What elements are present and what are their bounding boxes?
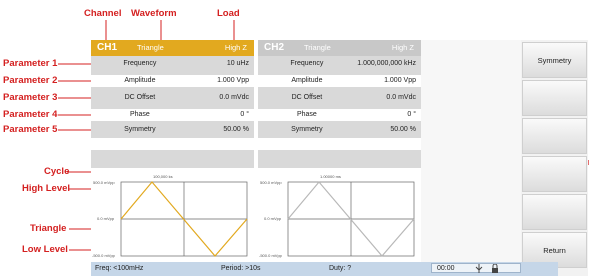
ch2-mid-level-label: 0.0 mVpp — [264, 216, 282, 221]
ch1-param-row[interactable]: Amplitude 1.000 Vpp — [91, 75, 254, 87]
ch2-high-level-label: 500.0 mVpp — [260, 180, 282, 185]
menu-symmetry-button[interactable]: Symmetry — [522, 42, 587, 78]
ch2-param-row[interactable]: Symmetry 50.00 % — [258, 124, 421, 136]
ch1-header[interactable]: CH1 Triangle High Z — [91, 40, 254, 56]
ch2-param-value: 1.000 Vpp — [384, 77, 416, 84]
ch1-param-row[interactable]: Phase 0 ° — [91, 109, 254, 121]
ch2-param-label: Amplitude — [291, 77, 323, 84]
lock-icon — [491, 263, 499, 275]
menu-empty-button[interactable] — [522, 156, 587, 192]
ch1-param-value: 1.000 Vpp — [217, 77, 249, 84]
ch2-header[interactable]: CH2 Triangle High Z — [258, 40, 421, 56]
status-time: 00:00 — [437, 265, 455, 272]
ch1-param-value: 10 uHz — [226, 60, 249, 67]
ch1-low-level-label: -500.0 mVpp — [92, 253, 115, 258]
ch2-cycle-label: 1.00000 ms — [320, 174, 341, 179]
ch1-param-value: 50.00 % — [223, 126, 249, 133]
ch1-param-label: Symmetry — [124, 126, 156, 133]
ch2-param-value: 50.00 % — [390, 126, 416, 133]
ch1-param-row[interactable]: DC Offset 0.0 mVdc — [91, 92, 254, 104]
menu-empty-button[interactable] — [522, 194, 587, 230]
ch1-param-row[interactable]: Symmetry 50.00 % — [91, 124, 254, 136]
ch2-param-label: DC Offset — [291, 94, 323, 101]
ch1-waveform-plot: 100,000 ks 500.0 mVpp 0.0 mVpp -500.0 mV… — [91, 168, 254, 262]
ch2-empty-row — [258, 138, 421, 150]
menu-empty-button[interactable] — [522, 80, 587, 116]
ch1-channel-label: CH1 — [97, 42, 118, 53]
ch1-waveform-svg — [120, 181, 248, 257]
ch1-param-label: Phase — [129, 111, 150, 118]
ch2-param-label: Symmetry — [291, 126, 323, 133]
ch1-load-label: High Z — [224, 43, 247, 52]
ch1-high-level-label: 500.0 mVpp — [93, 180, 115, 185]
ch2-param-label: Frequency — [290, 60, 324, 67]
ch2-waveform-plot: 1.00000 ms 500.0 mVpp 0.0 mVpp -500.0 mV… — [258, 168, 421, 262]
ch2-param-value: 1.000,000,000 kHz — [357, 60, 416, 67]
status-bar: Freq: <100mHz Period: >10s Duty: ? 00:00 — [91, 262, 558, 276]
ch2-param-row[interactable]: Frequency 1.000,000,000 kHz — [258, 58, 421, 70]
ch1-param-value: 0.0 mVdc — [219, 94, 249, 101]
ch1-empty-row — [91, 138, 254, 150]
ch1-cycle-label: 100,000 ks — [153, 174, 173, 179]
device-screen: CH1 Triangle High Z Frequency 10 uHz Ampl… — [91, 40, 588, 276]
ch1-mid-level-label: 0.0 mVpp — [97, 216, 115, 221]
ch2-low-level-label: -500.0 mVpp — [259, 253, 282, 258]
ch2-channel-label: CH2 — [264, 42, 285, 53]
ch2-param-label: Phase — [296, 111, 317, 118]
status-duty: Duty: ? — [329, 265, 352, 272]
status-frequency: Freq: <100mHz — [95, 265, 144, 272]
ch2-load-label: High Z — [391, 43, 414, 52]
ch2-param-row[interactable]: Amplitude 1.000 Vpp — [258, 75, 421, 87]
usb-icon — [475, 264, 483, 275]
status-period: Period: >10s — [221, 265, 261, 272]
ch2-waveform-svg — [287, 181, 415, 257]
ch1-param-value: 0 ° — [240, 111, 249, 118]
ch2-param-value: 0.0 mVdc — [386, 94, 416, 101]
ch2-param-row[interactable]: DC Offset 0.0 mVdc — [258, 92, 421, 104]
ch2-param-row[interactable]: Phase 0 ° — [258, 109, 421, 121]
ch1-param-row[interactable]: Frequency 10 uHz — [91, 58, 254, 70]
ch1-waveform-label: Triangle — [137, 43, 164, 52]
menu-empty-button[interactable] — [522, 118, 587, 154]
ch2-param-value: 0 ° — [407, 111, 416, 118]
ch1-param-label: DC Offset — [124, 94, 156, 101]
triangle-operation-menu: Symmetry Return — [521, 40, 588, 276]
ch1-param-label: Frequency — [123, 60, 157, 67]
ch2-waveform-label: Triangle — [304, 43, 331, 52]
ch1-param-label: Amplitude — [124, 77, 156, 84]
